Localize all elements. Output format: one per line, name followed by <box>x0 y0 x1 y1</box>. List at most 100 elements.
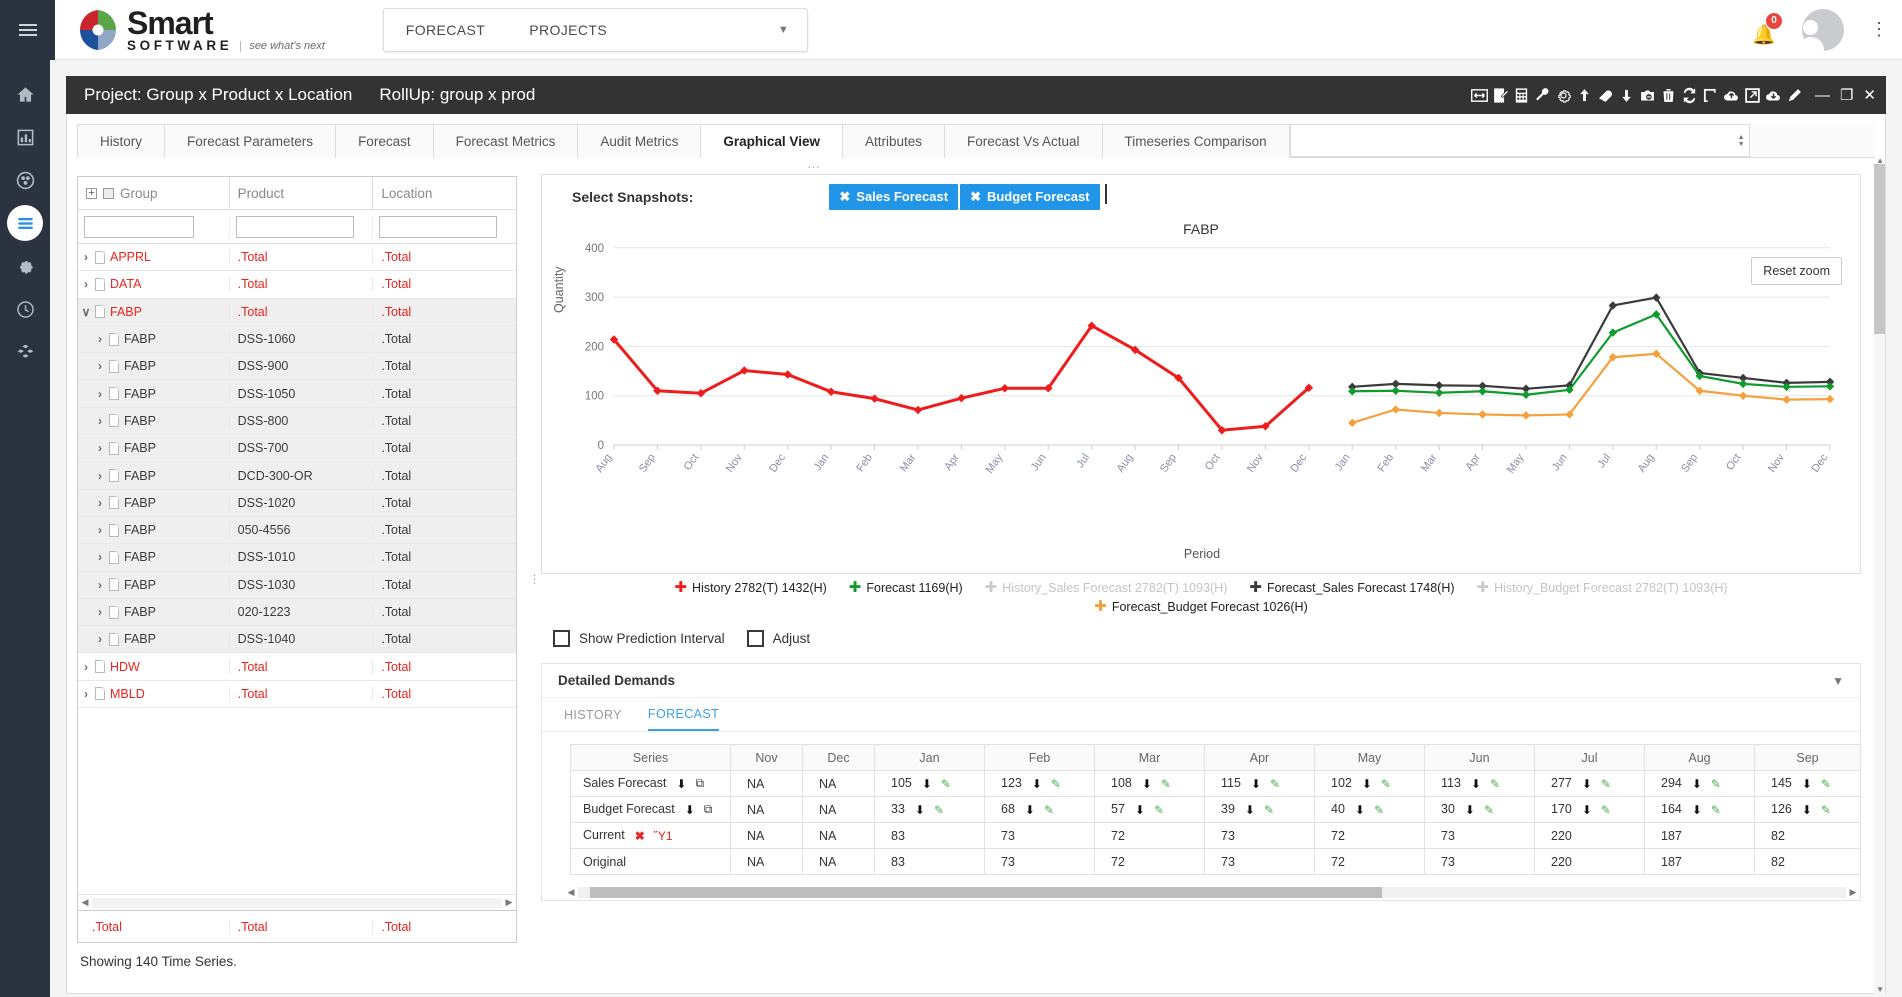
table-cell-value[interactable]: 126⬇✎ <box>1755 797 1861 823</box>
download-icon[interactable]: ⬇ <box>1032 777 1042 791</box>
pencil-icon[interactable]: ✎ <box>1601 777 1611 791</box>
chevron-right-icon[interactable]: › <box>92 632 108 646</box>
pencil-icon[interactable]: ✎ <box>1374 803 1384 817</box>
download-icon[interactable]: ⬇ <box>1802 777 1812 791</box>
table-scroll-track[interactable] <box>578 887 1846 898</box>
tab-forecast[interactable]: Forecast <box>336 124 434 158</box>
gear-icon[interactable] <box>1554 87 1574 104</box>
chevron-down-icon[interactable]: ▼ <box>778 24 789 36</box>
table-row[interactable]: ›APPRL.Total.Total <box>78 244 516 271</box>
pencil-icon[interactable] <box>1785 87 1805 104</box>
pencil-icon[interactable]: ✎ <box>1051 777 1061 791</box>
calculator-icon[interactable] <box>1512 87 1532 104</box>
hamburger-menu-button[interactable] <box>0 0 55 60</box>
tab-attributes[interactable]: Attributes <box>843 124 945 158</box>
table-cell-value[interactable]: 164⬇✎ <box>1645 797 1755 823</box>
chevron-right-icon[interactable]: › <box>92 523 108 537</box>
edit-document-icon[interactable] <box>1491 87 1511 104</box>
table-row[interactable]: ›FABPDCD-300-OR.Total <box>78 462 516 489</box>
nav-item-forecast[interactable]: FORECAST <box>384 22 507 38</box>
chevron-right-icon[interactable]: › <box>92 387 108 401</box>
download-icon[interactable]: ⬇ <box>1471 777 1481 791</box>
chevron-right-icon[interactable]: › <box>78 660 94 674</box>
table-cell-value[interactable]: 115⬇✎ <box>1205 771 1315 797</box>
table-row[interactable]: ›FABPDSS-1050.Total <box>78 380 516 407</box>
chevron-right-icon[interactable]: › <box>78 250 94 264</box>
download-icon[interactable]: ⬇ <box>915 803 925 817</box>
tab-forecast-parameters[interactable]: Forecast Parameters <box>165 124 336 158</box>
table-row[interactable]: ›FABPDSS-700.Total <box>78 435 516 462</box>
tab-forecast-vs-actual[interactable]: Forecast Vs Actual <box>945 124 1103 158</box>
copy-window-icon[interactable] <box>1701 87 1721 104</box>
tab-overflow-spinner[interactable]: ▲▼ <box>1290 124 1750 157</box>
resize-horizontal-icon[interactable] <box>1470 87 1490 104</box>
table-row[interactable]: ›DATA.Total.Total <box>78 271 516 298</box>
pencil-icon[interactable]: ✎ <box>1154 803 1164 817</box>
dd-tab-forecast[interactable]: FORECAST <box>648 698 719 731</box>
pane-resize-handle[interactable]: ⋮ <box>527 164 541 994</box>
download-icon[interactable]: ⬇ <box>1582 803 1592 817</box>
right-pane-scrollbar[interactable]: ▲ ▼ <box>1874 164 1885 994</box>
expand-all-icon[interactable]: + <box>86 188 97 199</box>
tag-icon[interactable] <box>1596 87 1616 104</box>
download-icon[interactable]: ⬇ <box>1025 803 1035 817</box>
adjust-checkbox[interactable] <box>747 630 764 647</box>
table-row[interactable]: ›FABPDSS-1010.Total <box>78 544 516 571</box>
filter-input-product[interactable] <box>236 216 354 238</box>
legend-item[interactable]: ✚History_Sales Forecast 2782(T) 1093(H) <box>985 580 1228 595</box>
download-icon[interactable]: ⬇ <box>922 777 932 791</box>
table-row[interactable]: Sales Forecast⬇⧉NANA105⬇✎123⬇✎108⬇✎115⬇✎… <box>571 771 1861 797</box>
scroll-right-icon[interactable]: ▶ <box>1846 887 1860 898</box>
sidebar-item-home[interactable] <box>7 76 43 112</box>
table-cell-value[interactable]: 105⬇✎ <box>875 771 985 797</box>
chevron-right-icon[interactable]: › <box>92 469 108 483</box>
table-row[interactable]: ›FABP020-1223.Total <box>78 599 516 626</box>
tab-forecast-metrics[interactable]: Forecast Metrics <box>434 124 579 158</box>
chevron-right-icon[interactable]: › <box>92 605 108 619</box>
download-icon[interactable]: ⬇ <box>1245 803 1255 817</box>
table-cell-value[interactable]: 68⬇✎ <box>985 797 1095 823</box>
chevron-right-icon[interactable]: › <box>92 332 108 346</box>
scroll-right-icon[interactable]: ▶ <box>502 897 516 908</box>
external-link-icon[interactable] <box>1743 87 1763 104</box>
download-icon[interactable]: ⬇ <box>676 777 686 791</box>
table-row[interactable]: ›FABPDSS-1020.Total <box>78 490 516 517</box>
sidebar-item-inventory[interactable] <box>7 162 43 198</box>
minimize-button[interactable]: — <box>1815 87 1830 104</box>
upload-arrow-icon[interactable] <box>1575 87 1595 104</box>
legend-item[interactable]: ✚History_Budget Forecast 2782(T) 1093(H) <box>1477 580 1728 595</box>
table-row[interactable]: ›FABPDSS-1040.Total <box>78 626 516 653</box>
table-cell-value[interactable]: 102⬇✎ <box>1315 771 1425 797</box>
download-icon[interactable]: ⬇ <box>1692 803 1702 817</box>
download-icon[interactable]: ⬇ <box>1802 803 1812 817</box>
table-cell-value[interactable]: 57⬇✎ <box>1095 797 1205 823</box>
chevron-right-icon[interactable]: › <box>92 496 108 510</box>
table-row[interactable]: ›FABPDSS-1030.Total <box>78 572 516 599</box>
download-icon[interactable]: ⬇ <box>1135 803 1145 817</box>
snapshot-chip-budget-forecast[interactable]: ✖Budget Forecast <box>960 184 1099 210</box>
snapshot-chip-sales-forecast[interactable]: ✖Sales Forecast <box>829 184 958 210</box>
tab-audit-metrics[interactable]: Audit Metrics <box>578 124 701 158</box>
camera-minus-icon[interactable] <box>1638 87 1658 104</box>
wrench-icon[interactable] <box>1533 87 1553 104</box>
table-scroll-thumb[interactable] <box>590 887 1382 898</box>
pencil-icon[interactable]: ✎ <box>1601 803 1611 817</box>
tree-horizontal-scrollbar[interactable]: ◀ ▶ <box>78 894 516 910</box>
scroll-left-icon[interactable]: ◀ <box>564 887 578 898</box>
table-cell-value[interactable]: 108⬇✎ <box>1095 771 1205 797</box>
trash-icon[interactable] <box>1659 87 1679 104</box>
table-cell-value[interactable]: 145⬇✎ <box>1755 771 1861 797</box>
pencil-icon[interactable]: ✎ <box>1821 803 1831 817</box>
filter-input-location[interactable] <box>379 216 497 238</box>
table-cell-value[interactable]: 113⬇✎ <box>1425 771 1535 797</box>
sidebar-item-modeling[interactable] <box>7 334 43 370</box>
table-cell-value[interactable]: 170⬇✎ <box>1535 797 1645 823</box>
tab-graphical-view[interactable]: Graphical View <box>701 124 843 158</box>
download-icon[interactable]: ⬇ <box>1251 777 1261 791</box>
sidebar-item-reports[interactable] <box>7 119 43 155</box>
show-prediction-interval-checkbox[interactable] <box>553 630 570 647</box>
download-icon[interactable]: ⬇ <box>1355 803 1365 817</box>
table-row[interactable]: ›MBLD.Total.Total <box>78 681 516 708</box>
pencil-icon[interactable]: ✎ <box>1161 777 1171 791</box>
pencil-icon[interactable]: ✎ <box>1711 777 1721 791</box>
